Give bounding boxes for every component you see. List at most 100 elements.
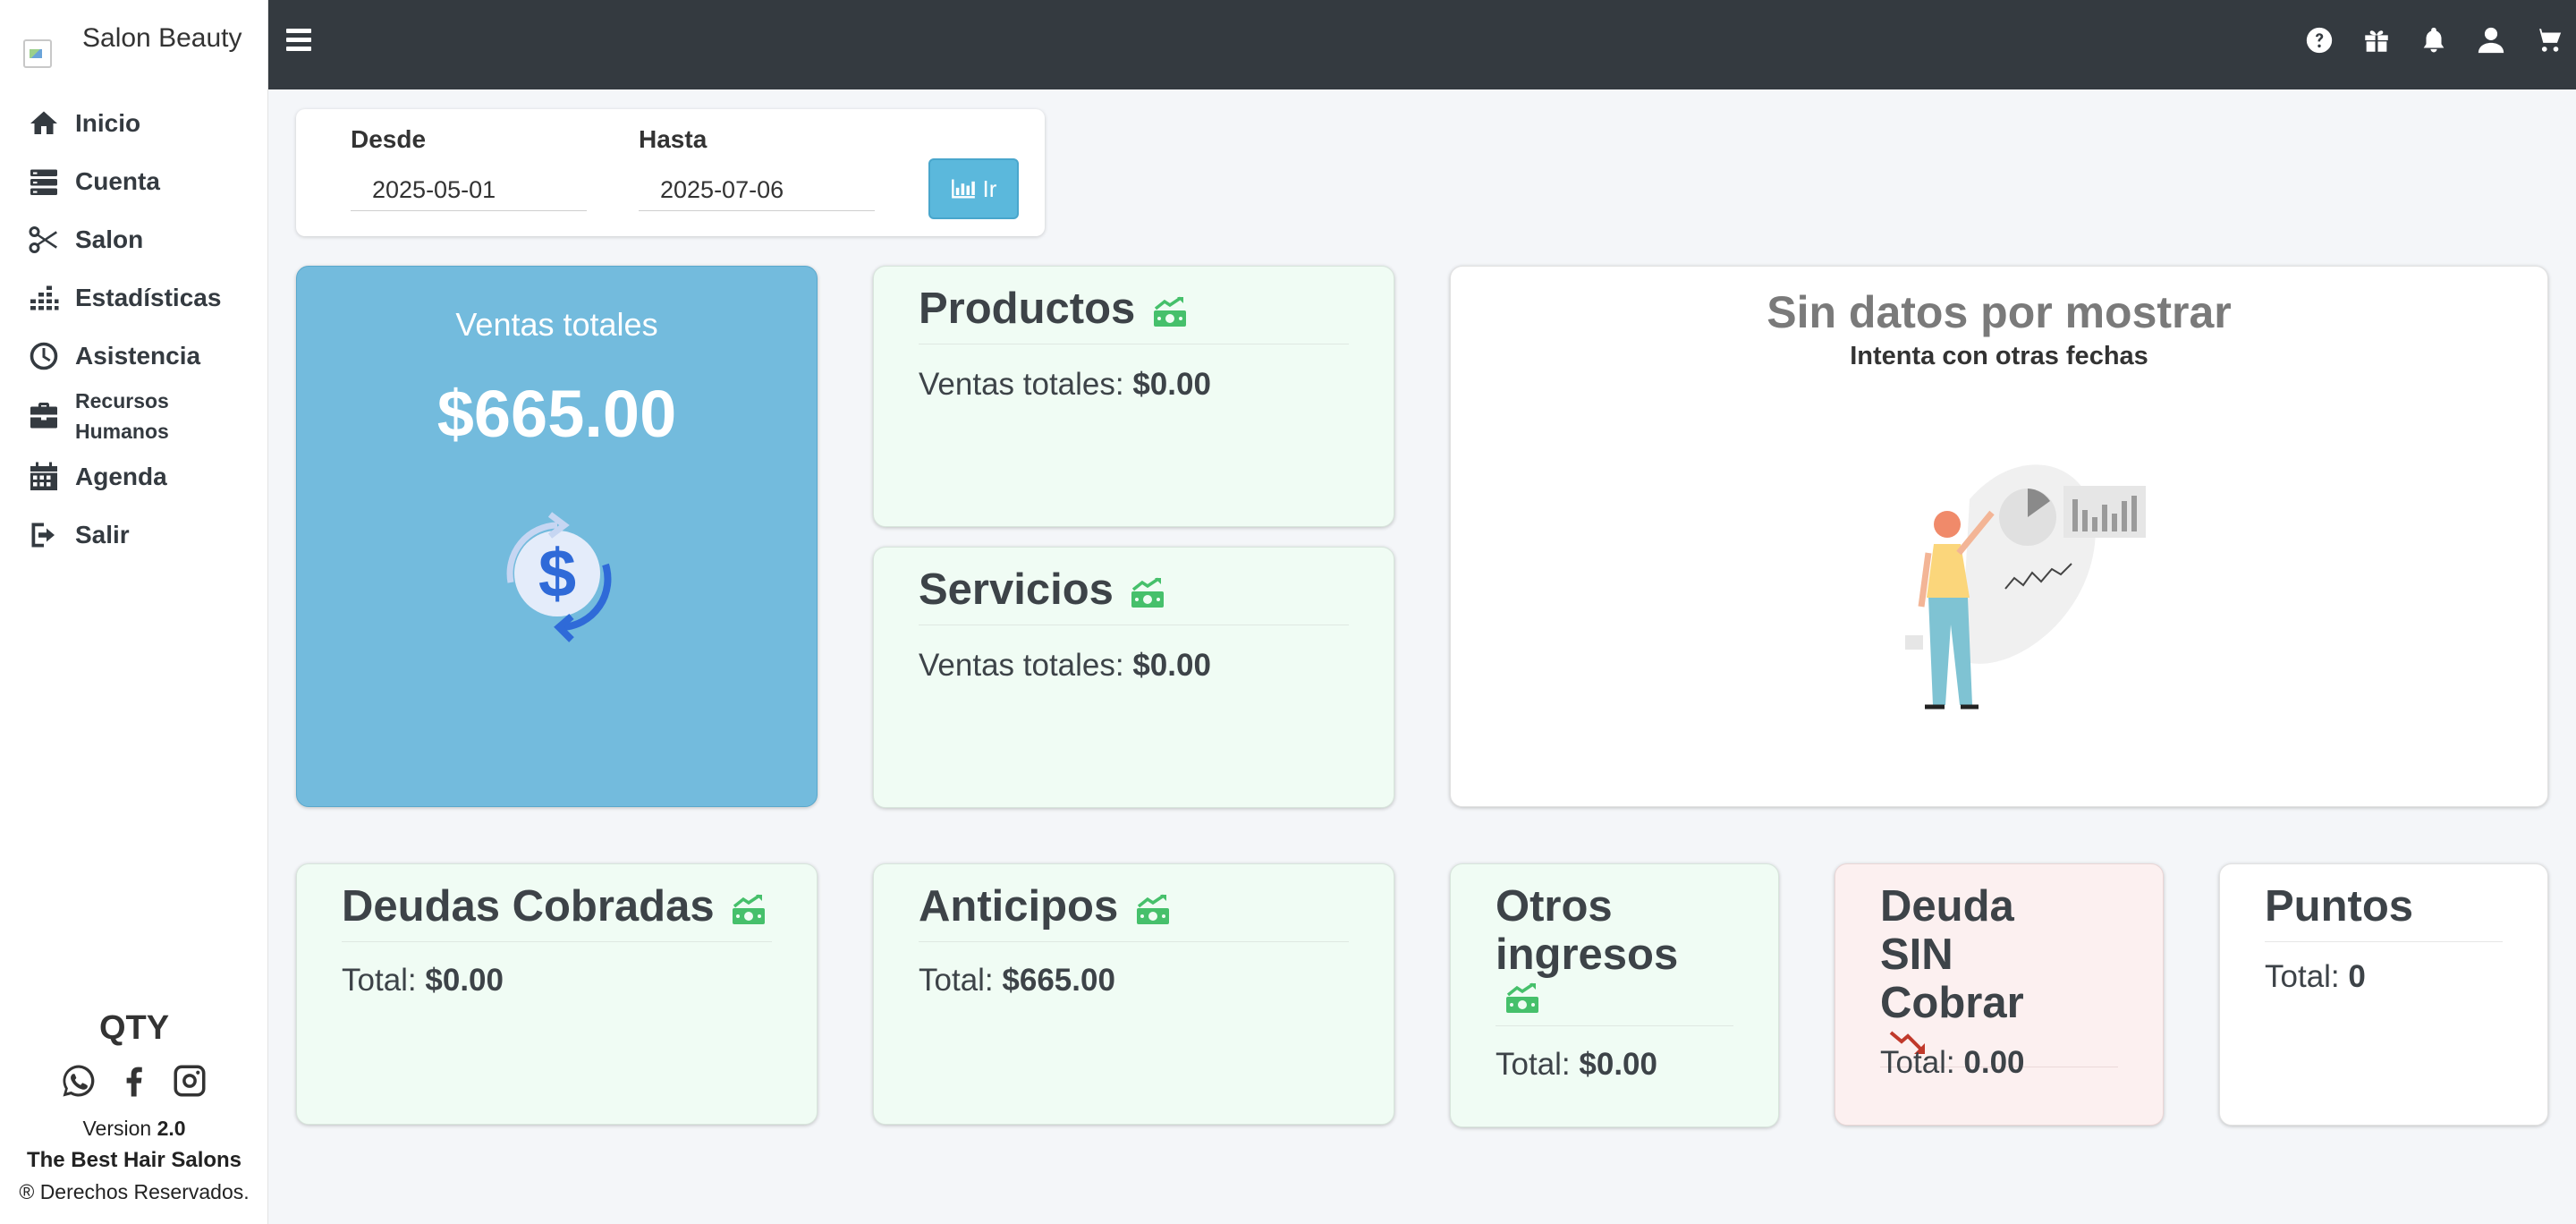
advances-title: Anticipos: [919, 882, 1119, 931]
whatsapp-icon[interactable]: [60, 1062, 97, 1104]
account-icon: [27, 166, 61, 198]
no-data-title: Sin datos por mostrar: [1767, 287, 2232, 337]
footer-brand: QTY: [98, 1009, 170, 1047]
sidebar-item-label: Estadísticas: [75, 283, 222, 311]
debts-collected-title: Deudas Cobradas: [342, 882, 715, 931]
version-text: Version 2.0: [82, 1117, 186, 1140]
points-header: Puntos: [2265, 882, 2503, 942]
empty-state-illustration: [1905, 464, 2146, 710]
sidebar-item-agenda[interactable]: Agenda: [27, 447, 259, 506]
go-button-label: Ir: [982, 174, 997, 202]
tagline: The Best Hair Salons: [26, 1148, 242, 1172]
calendar-icon: [27, 461, 61, 493]
money-up-icon: [1153, 296, 1186, 327]
products-header: Productos: [919, 285, 1349, 344]
points-value: 0: [2348, 959, 2366, 994]
money-up-icon: [1506, 982, 1538, 1013]
points-title: Puntos: [2265, 882, 2414, 931]
instagram-icon[interactable]: [171, 1062, 208, 1104]
products-sales-value: $0.00: [1132, 367, 1211, 402]
unpaid-debt-line: Total: 0.00: [1880, 1045, 2025, 1080]
brand-name: Salon Beauty: [82, 23, 242, 53]
money-up-icon: [1136, 894, 1169, 924]
scissors-icon: [27, 224, 61, 256]
other-income-line: Total: $0.00: [1496, 1047, 1657, 1082]
sidebar-nav: Inicio Cuenta Salon Estadísticas Asisten…: [27, 94, 259, 564]
gift-icon[interactable]: [2361, 25, 2392, 55]
rights-text: ® Derechos Reservados.: [19, 1180, 250, 1203]
debts-collected-line: Total: $0.00: [342, 963, 504, 998]
points-line: Total: 0: [2265, 959, 2366, 994]
social-links: [0, 1062, 268, 1104]
stats-icon: [27, 282, 61, 314]
services-title: Servicios: [919, 565, 1114, 614]
sidebar-item-label: Inicio: [75, 108, 141, 137]
unpaid-debt-header: Deuda SIN Cobrar: [1880, 882, 2118, 1067]
money-up-icon: [733, 894, 766, 924]
to-label: Hasta: [639, 125, 708, 153]
sidebar-item-label: Recursos Humanos: [75, 389, 169, 443]
unpaid-debt-title: Deuda SIN Cobrar: [1880, 882, 2024, 1027]
total-sales-title: Ventas totales: [455, 306, 658, 343]
other-income-header: Otros ingresos: [1496, 882, 1733, 1026]
sidebar-item-estadisticas[interactable]: Estadísticas: [27, 268, 259, 327]
to-group: Hasta: [639, 125, 875, 211]
home-icon: [27, 107, 61, 140]
money-up-icon: [1131, 577, 1165, 608]
user-icon[interactable]: [2476, 25, 2506, 55]
other-income-card: Otros ingresos Total: $0.00: [1450, 863, 1779, 1127]
other-income-title: Otros ingresos: [1496, 882, 1679, 979]
sidebar-item-recursos-humanos[interactable]: Recursos Humanos: [27, 385, 259, 447]
brand[interactable]: Salon Beauty: [23, 23, 242, 68]
services-sales-value: $0.00: [1132, 648, 1211, 683]
debts-collected-value: $0.00: [425, 963, 504, 998]
points-card: Puntos Total: 0: [2219, 863, 2548, 1126]
from-group: Desde: [351, 125, 587, 211]
unpaid-debt-value: 0.00: [1963, 1045, 2025, 1080]
to-date-input[interactable]: [639, 170, 875, 211]
debts-collected-card: Deudas Cobradas Total: $0.00: [296, 863, 818, 1125]
unpaid-debt-card: Deuda SIN Cobrar Total: 0.00: [1835, 863, 2164, 1126]
advances-header: Anticipos: [919, 882, 1349, 942]
sidebar-footer: QTY Version 2.0 The Best Hair Salons ® D…: [0, 1009, 268, 1204]
topbar-actions: [2304, 25, 2563, 55]
products-sales-line: Ventas totales: $0.00: [919, 367, 1211, 402]
bar-chart-icon: [951, 179, 975, 199]
from-date-input[interactable]: [351, 170, 587, 211]
svg-text:$: $: [538, 536, 575, 612]
no-data-subtitle: Intenta con otras fechas: [1850, 342, 2148, 370]
advances-value: $665.00: [1002, 963, 1115, 998]
dollar-cycle-icon: $: [506, 512, 611, 642]
facebook-icon[interactable]: [115, 1062, 153, 1104]
services-header: Servicios: [919, 565, 1349, 625]
sidebar-item-label: Salon: [75, 225, 144, 253]
no-data-panel: Sin datos por mostrar Intenta con otras …: [1450, 266, 2548, 807]
help-icon[interactable]: [2304, 25, 2334, 55]
sidebar-item-label: Salir: [75, 520, 130, 548]
sidebar-item-label: Asistencia: [75, 341, 201, 370]
date-filter: Desde Hasta Ir: [296, 109, 1045, 236]
go-button[interactable]: Ir: [928, 158, 1019, 219]
from-label: Desde: [351, 125, 427, 153]
cart-icon[interactable]: [2533, 25, 2563, 55]
logout-icon: [27, 519, 61, 551]
bell-icon[interactable]: [2419, 25, 2449, 55]
sidebar-item-label: Agenda: [75, 462, 167, 490]
products-card: Productos Ventas totales: $0.00: [873, 266, 1394, 527]
sidebar-item-inicio[interactable]: Inicio: [27, 94, 259, 152]
total-sales-card: Ventas totales $665.00 $: [296, 266, 818, 807]
other-income-value: $0.00: [1579, 1047, 1657, 1082]
total-sales-value: $665.00: [436, 377, 677, 451]
sidebar: Salon Beauty Inicio Cuenta Salon Estadís…: [0, 0, 268, 1224]
sidebar-item-asistencia[interactable]: Asistencia: [27, 327, 259, 385]
menu-toggle-icon[interactable]: [286, 29, 311, 54]
sidebar-item-label: Cuenta: [75, 166, 160, 195]
advances-line: Total: $665.00: [919, 963, 1115, 998]
sidebar-item-salon[interactable]: Salon: [27, 210, 259, 268]
version-number: 2.0: [157, 1117, 186, 1140]
advances-card: Anticipos Total: $665.00: [873, 863, 1394, 1125]
sidebar-item-cuenta[interactable]: Cuenta: [27, 152, 259, 210]
clock-icon: [27, 340, 61, 372]
briefcase-icon: [27, 400, 61, 432]
sidebar-item-salir[interactable]: Salir: [27, 506, 259, 564]
